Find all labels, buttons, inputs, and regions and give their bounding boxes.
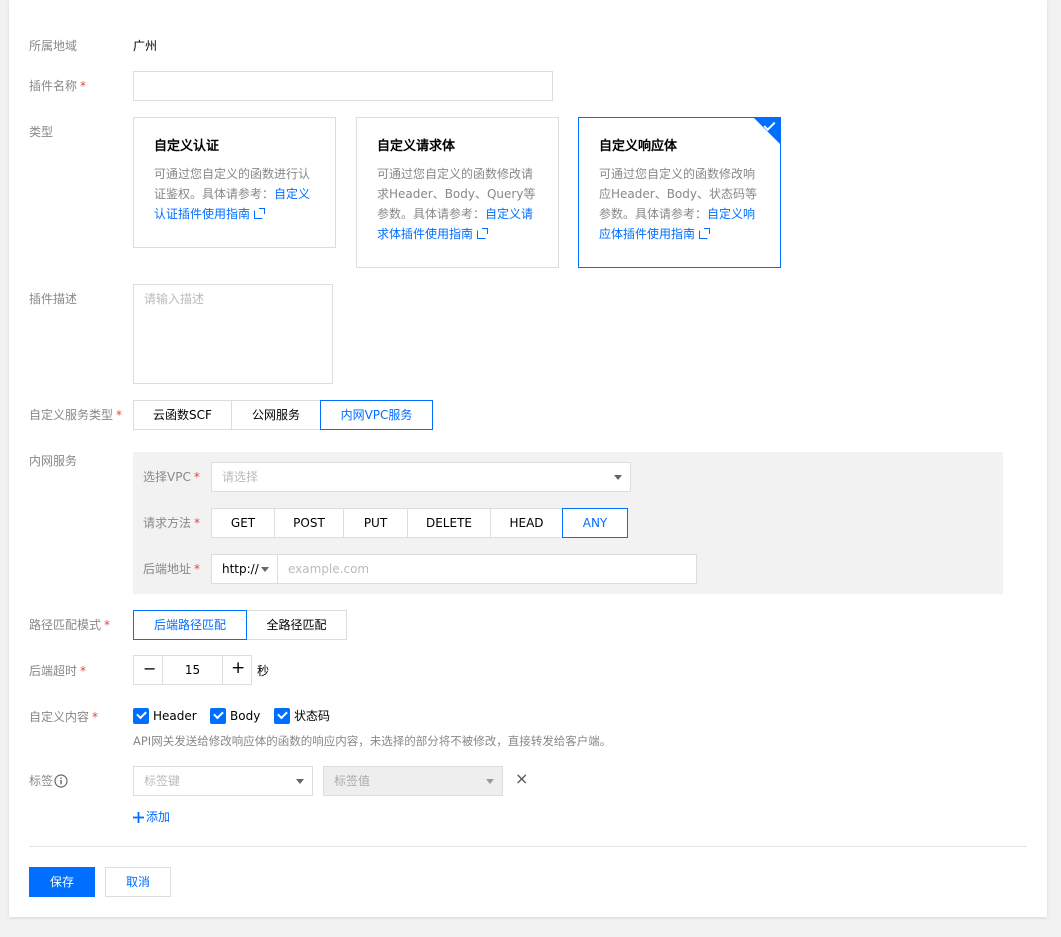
vpc-service-panel: 选择VPC * 请选择 请求方法 * GET POST PUT DELETE HEA… — [133, 452, 1003, 594]
type-card-request[interactable]: 自定义请求体 可通过您自定义的函数修改请求Header、Body、Query等参… — [356, 117, 559, 268]
timeout-decrement-button[interactable]: − — [133, 655, 163, 685]
method-label: 请求方法 * — [143, 516, 201, 530]
divider — [29, 846, 1027, 847]
timeout-label: 后端超时 * — [29, 664, 87, 678]
tag-value-select: 标签值 — [323, 766, 503, 796]
type-card-title: 自定义认证 — [154, 139, 220, 154]
protocol-select[interactable]: http:// — [211, 554, 278, 584]
description-textarea[interactable]: 请输入描述 — [133, 284, 333, 384]
path-match-label: 路径匹配模式 * — [29, 618, 111, 632]
service-type-scf[interactable]: 云函数SCF — [133, 400, 232, 430]
cancel-button[interactable]: 取消 — [105, 867, 171, 897]
type-label: 类型 — [29, 125, 54, 139]
method-put[interactable]: PUT — [343, 508, 408, 538]
service-type-vpc[interactable]: 内网VPC服务 — [320, 400, 433, 430]
add-tag-button[interactable]: 添加 — [133, 809, 170, 825]
timeout-increment-button[interactable]: + — [222, 655, 252, 685]
body-checkbox-label: Body — [230, 709, 261, 723]
info-icon[interactable] — [54, 774, 68, 788]
chevron-down-icon — [486, 779, 494, 784]
method-post[interactable]: POST — [274, 508, 344, 538]
type-card-auth[interactable]: 自定义认证 可通过您自定义的函数进行认证鉴权。具体请参考：自定义认证插件使用指南 — [133, 117, 336, 248]
type-card-title: 自定义响应体 — [599, 139, 678, 154]
plugin-name-input[interactable] — [133, 71, 553, 101]
vpc-service-label: 内网服务 — [29, 454, 78, 468]
chevron-down-icon — [261, 567, 269, 572]
remove-tag-icon[interactable]: × — [515, 771, 528, 787]
service-type-public[interactable]: 公网服务 — [231, 400, 321, 430]
custom-content-label: 自定义内容 * — [29, 710, 99, 724]
description-placeholder: 请输入描述 — [144, 292, 205, 306]
tag-value-placeholder: 标签值 — [334, 774, 371, 788]
description-label: 插件描述 — [29, 292, 78, 306]
vpc-select-label: 选择VPC * — [143, 470, 200, 484]
tags-label: 标签 — [29, 774, 54, 788]
service-type-selector: 云函数SCF 公网服务 内网VPC服务 — [133, 400, 433, 430]
region-label: 所属地域 — [29, 39, 78, 53]
status-code-checkbox-label: 状态码 — [294, 709, 331, 723]
chevron-down-icon — [614, 475, 622, 480]
service-type-label: 自定义服务类型 * — [29, 408, 123, 422]
method-selector: GET POST PUT DELETE HEAD ANY — [211, 508, 628, 538]
method-delete[interactable]: DELETE — [407, 508, 491, 538]
tag-key-select[interactable]: 标签键 — [133, 766, 313, 796]
method-head[interactable]: HEAD — [490, 508, 563, 538]
type-card-response[interactable]: 自定义响应体 可通过您自定义的函数修改响应Header、Body、状态码等参数。… — [578, 117, 781, 268]
backend-address-placeholder: example.com — [288, 562, 370, 576]
region-value: 广州 — [133, 39, 158, 53]
plugin-form-card: 所属地域 广州 插件名称 * 类型 自定义认证 可通过您自定义的函数进行认证鉴权。… — [9, 0, 1047, 917]
timeout-value: 15 — [184, 663, 201, 677]
path-match-backend[interactable]: 后端路径匹配 — [133, 610, 247, 640]
status-code-checkbox[interactable] — [274, 708, 290, 724]
type-card-desc: 可通过您自定义的函数修改响应Header、Body、状态码等参数。具体请参考：自… — [599, 167, 757, 241]
type-card-desc: 可通过您自定义的函数修改请求Header、Body、Query等参数。具体请参考… — [377, 167, 536, 241]
backend-label: 后端地址 * — [143, 562, 201, 576]
header-checkbox[interactable] — [133, 708, 149, 724]
method-any[interactable]: ANY — [562, 508, 628, 538]
plus-icon — [133, 811, 144, 823]
header-checkbox-label: Header — [153, 709, 197, 723]
custom-content-hint: API网关发送给修改响应体的函数的响应内容，未选择的部分将不被修改，直接转发给客… — [133, 734, 612, 748]
timeout-input[interactable]: 15 — [162, 655, 223, 685]
external-link-icon — [254, 208, 266, 219]
add-tag-label: 添加 — [146, 810, 171, 824]
plus-icon: + — [231, 658, 246, 678]
path-match-full[interactable]: 全路径匹配 — [246, 610, 347, 640]
save-button[interactable]: 保存 — [29, 867, 95, 897]
tag-key-placeholder: 标签键 — [144, 774, 181, 788]
type-card-desc: 可通过您自定义的函数进行认证鉴权。具体请参考：自定义认证插件使用指南 — [154, 167, 311, 221]
minus-icon: − — [143, 659, 157, 678]
external-link-icon — [477, 228, 489, 239]
vpc-select[interactable]: 请选择 — [211, 462, 631, 492]
external-link-icon — [699, 228, 711, 239]
body-checkbox[interactable] — [210, 708, 226, 724]
type-card-title: 自定义请求体 — [377, 139, 456, 154]
plugin-name-label: 插件名称 * — [29, 79, 87, 93]
protocol-value: http:// — [222, 562, 259, 576]
timeout-unit: 秒 — [257, 664, 270, 678]
method-get[interactable]: GET — [211, 508, 275, 538]
path-match-selector: 后端路径匹配 全路径匹配 — [133, 610, 347, 640]
backend-address-input[interactable]: example.com — [277, 554, 697, 584]
chevron-down-icon — [296, 779, 304, 784]
vpc-select-placeholder: 请选择 — [222, 470, 259, 484]
